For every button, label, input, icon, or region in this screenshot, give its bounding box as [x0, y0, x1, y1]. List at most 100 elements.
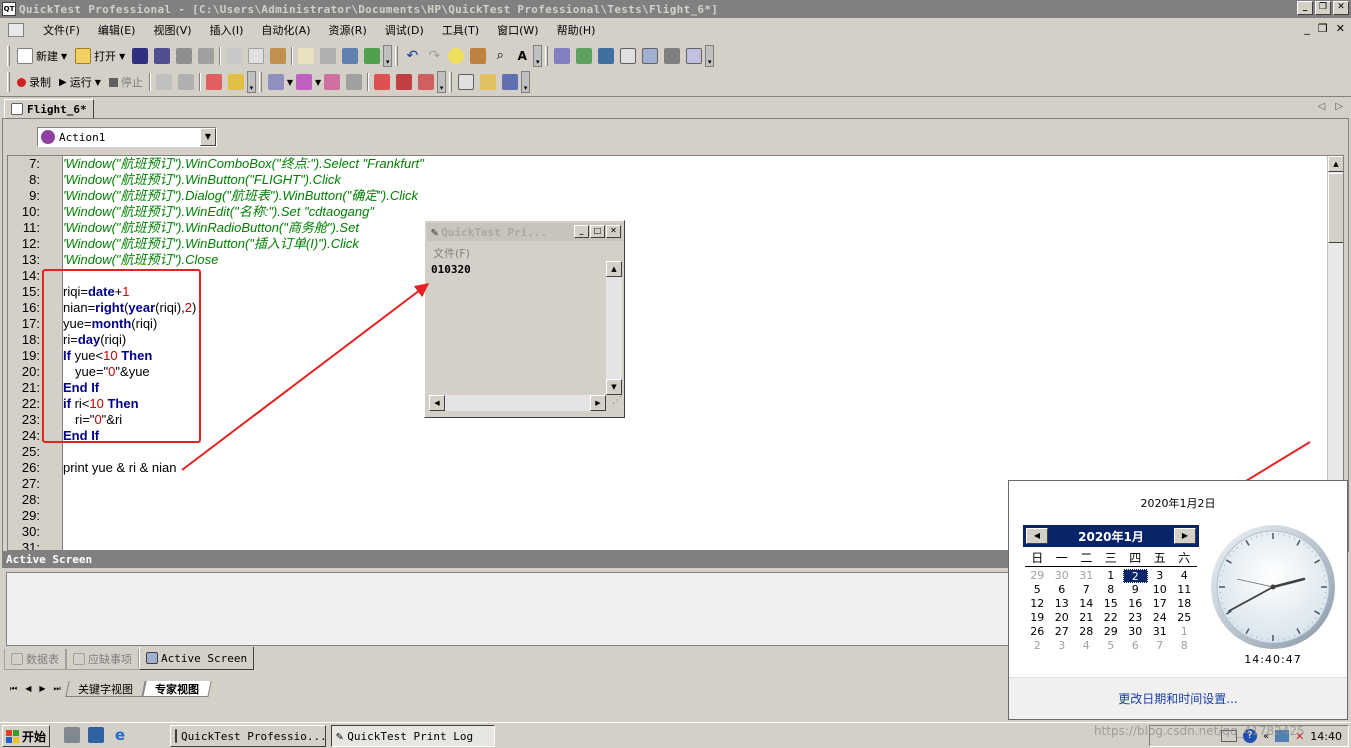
low-level-recording-icon[interactable] [177, 74, 194, 90]
calendar-day[interactable]: 29 [1099, 625, 1124, 639]
redo-icon[interactable]: ↷ [426, 48, 442, 64]
tab-prev-icon[interactable]: ◁ [1318, 101, 1326, 112]
tab-active-screen[interactable]: Active Screen [139, 647, 255, 670]
tab-next-icon[interactable]: ▷ [1335, 101, 1343, 112]
print-log-menu-file[interactable]: 文件(F) [433, 245, 470, 261]
menu-edit[interactable]: 编辑(E) [89, 22, 145, 38]
print-preview-icon[interactable] [198, 48, 215, 64]
mdi-close-button[interactable]: ✕ [1336, 22, 1345, 35]
print-log-horizontal-scrollbar[interactable]: ◀ ▶ [429, 395, 606, 411]
next-tab-icon[interactable]: ▶ [39, 684, 45, 694]
menu-resources[interactable]: 资源(R) [320, 22, 376, 38]
calendar-day[interactable]: 29 [1025, 569, 1050, 583]
calendar-day[interactable]: 16 [1123, 597, 1148, 611]
print-log-minimize-button[interactable]: _ [574, 225, 589, 238]
scroll-right-icon[interactable]: ▶ [590, 395, 606, 411]
code-line[interactable]: 'Window("航班预订").WinRadioButton("商务舱").Se… [63, 220, 359, 236]
calendar-day[interactable]: 26 [1025, 625, 1050, 639]
step-generator-icon[interactable] [324, 74, 341, 90]
function-icon[interactable] [346, 74, 363, 90]
calendar-day[interactable]: 5 [1025, 583, 1050, 597]
server-manager-icon[interactable] [64, 727, 80, 743]
analog-recording-icon[interactable] [155, 74, 172, 90]
toolbar-overflow[interactable]: ▾ [383, 45, 393, 67]
calendar-day[interactable]: 30 [1050, 569, 1075, 583]
first-tab-icon[interactable]: ⏮ [10, 684, 17, 694]
clear-breakpoints-icon[interactable] [502, 74, 519, 90]
menu-automation[interactable]: 自动化(A) [252, 22, 319, 38]
calendar-day[interactable]: 8 [1172, 639, 1197, 653]
capture-icon[interactable] [342, 48, 359, 64]
code-line[interactable]: 'Window("航班预订").WinEdit("名称:").Set "cdta… [63, 204, 374, 220]
prev-tab-icon[interactable]: ◀ [25, 684, 31, 694]
toolbar-overflow[interactable]: ▾ [705, 45, 715, 67]
code-line[interactable]: 'Window("航班预订").Close [63, 252, 218, 268]
insert-checkpoint-icon[interactable] [267, 74, 284, 90]
step-into-icon[interactable] [374, 74, 391, 90]
calendar-day[interactable]: 1 [1172, 625, 1197, 639]
tab-missing-resources[interactable]: 应缺事项 [66, 649, 139, 670]
close-button[interactable]: ✕ [1333, 1, 1349, 15]
calendar-day[interactable]: 30 [1123, 625, 1148, 639]
save-icon[interactable] [132, 48, 149, 64]
insert-output-icon[interactable] [296, 74, 313, 90]
restore-button[interactable]: ❐ [1315, 1, 1331, 15]
calendar-day[interactable]: 9 [1123, 583, 1148, 597]
task-quicktest-professional[interactable]: QuickTest Professio... [170, 725, 326, 747]
tab-expert-view[interactable]: 专家视图 [142, 681, 212, 697]
menu-debug[interactable]: 调试(D) [376, 22, 433, 38]
print-log-maximize-button[interactable]: □ [590, 225, 605, 238]
calendar-day[interactable]: 5 [1099, 639, 1124, 653]
calendar-day[interactable]: 6 [1123, 639, 1148, 653]
calendar-day[interactable]: 7 [1074, 583, 1099, 597]
uncomment-icon[interactable] [470, 48, 487, 64]
calendar-day[interactable]: 19 [1025, 611, 1050, 625]
find-icon[interactable]: ⌕ [492, 48, 508, 64]
menu-tools[interactable]: 工具(T) [433, 22, 488, 38]
calendar-day[interactable]: 2 [1025, 639, 1050, 653]
undo-icon[interactable]: ↶ [404, 48, 420, 64]
toolbar-grip[interactable] [545, 46, 549, 66]
calendar-day[interactable]: 2 [1123, 569, 1148, 583]
calendar-day[interactable]: 10 [1148, 583, 1173, 597]
calendar-day[interactable]: 4 [1172, 569, 1197, 583]
resize-grip-icon[interactable]: ⋰ [606, 395, 622, 411]
long-date[interactable]: 2020年1月2日 [1009, 495, 1347, 511]
toolbar-grip[interactable] [258, 72, 262, 92]
calendar-day[interactable]: 12 [1025, 597, 1050, 611]
toolbar-grip[interactable] [7, 72, 10, 92]
toolbar-grip[interactable] [395, 46, 399, 66]
scroll-up-icon[interactable]: ▲ [606, 261, 622, 277]
scroll-down-icon[interactable]: ▼ [606, 379, 622, 395]
information-icon[interactable] [686, 48, 703, 64]
checkpoint-icon[interactable] [227, 74, 244, 90]
toolbar-grip[interactable] [449, 72, 453, 92]
debug-viewer-icon[interactable] [664, 48, 681, 64]
chevron-down-icon[interactable]: ▼ [200, 128, 216, 146]
calendar-day[interactable]: 7 [1148, 639, 1173, 653]
calendar-day[interactable]: 15 [1099, 597, 1124, 611]
object-spy-icon[interactable] [458, 74, 475, 90]
calendar-day[interactable]: 27 [1050, 625, 1075, 639]
internet-explorer-icon[interactable]: e [112, 727, 128, 743]
calendar-day[interactable]: 31 [1074, 569, 1099, 583]
stop-button[interactable]: 停止 [105, 71, 147, 93]
paste-icon[interactable] [270, 48, 287, 64]
toolbar-grip[interactable] [7, 46, 10, 66]
print-log-close-button[interactable]: ✕ [606, 225, 621, 238]
code-line[interactable]: print yue & ri & nian [63, 460, 176, 476]
show-desktop-icon[interactable] [88, 727, 104, 743]
mdi-restore-button[interactable]: ❐ [1318, 22, 1328, 35]
print-icon[interactable] [176, 48, 193, 64]
calendar-month-title[interactable]: 2020年1月 [1078, 528, 1144, 545]
data-table-icon[interactable] [620, 48, 637, 64]
calendar-day[interactable]: 4 [1074, 639, 1099, 653]
task-print-log[interactable]: ✎ QuickTest Print Log [331, 725, 495, 747]
scroll-left-icon[interactable]: ◀ [429, 395, 445, 411]
menu-view[interactable]: 视图(V) [144, 22, 200, 38]
test-flow-icon[interactable] [598, 48, 615, 64]
results-icon[interactable] [205, 74, 222, 90]
calendar-day[interactable]: 18 [1172, 597, 1197, 611]
document-icon[interactable] [8, 23, 24, 37]
menu-file[interactable]: 文件(F) [34, 22, 89, 38]
